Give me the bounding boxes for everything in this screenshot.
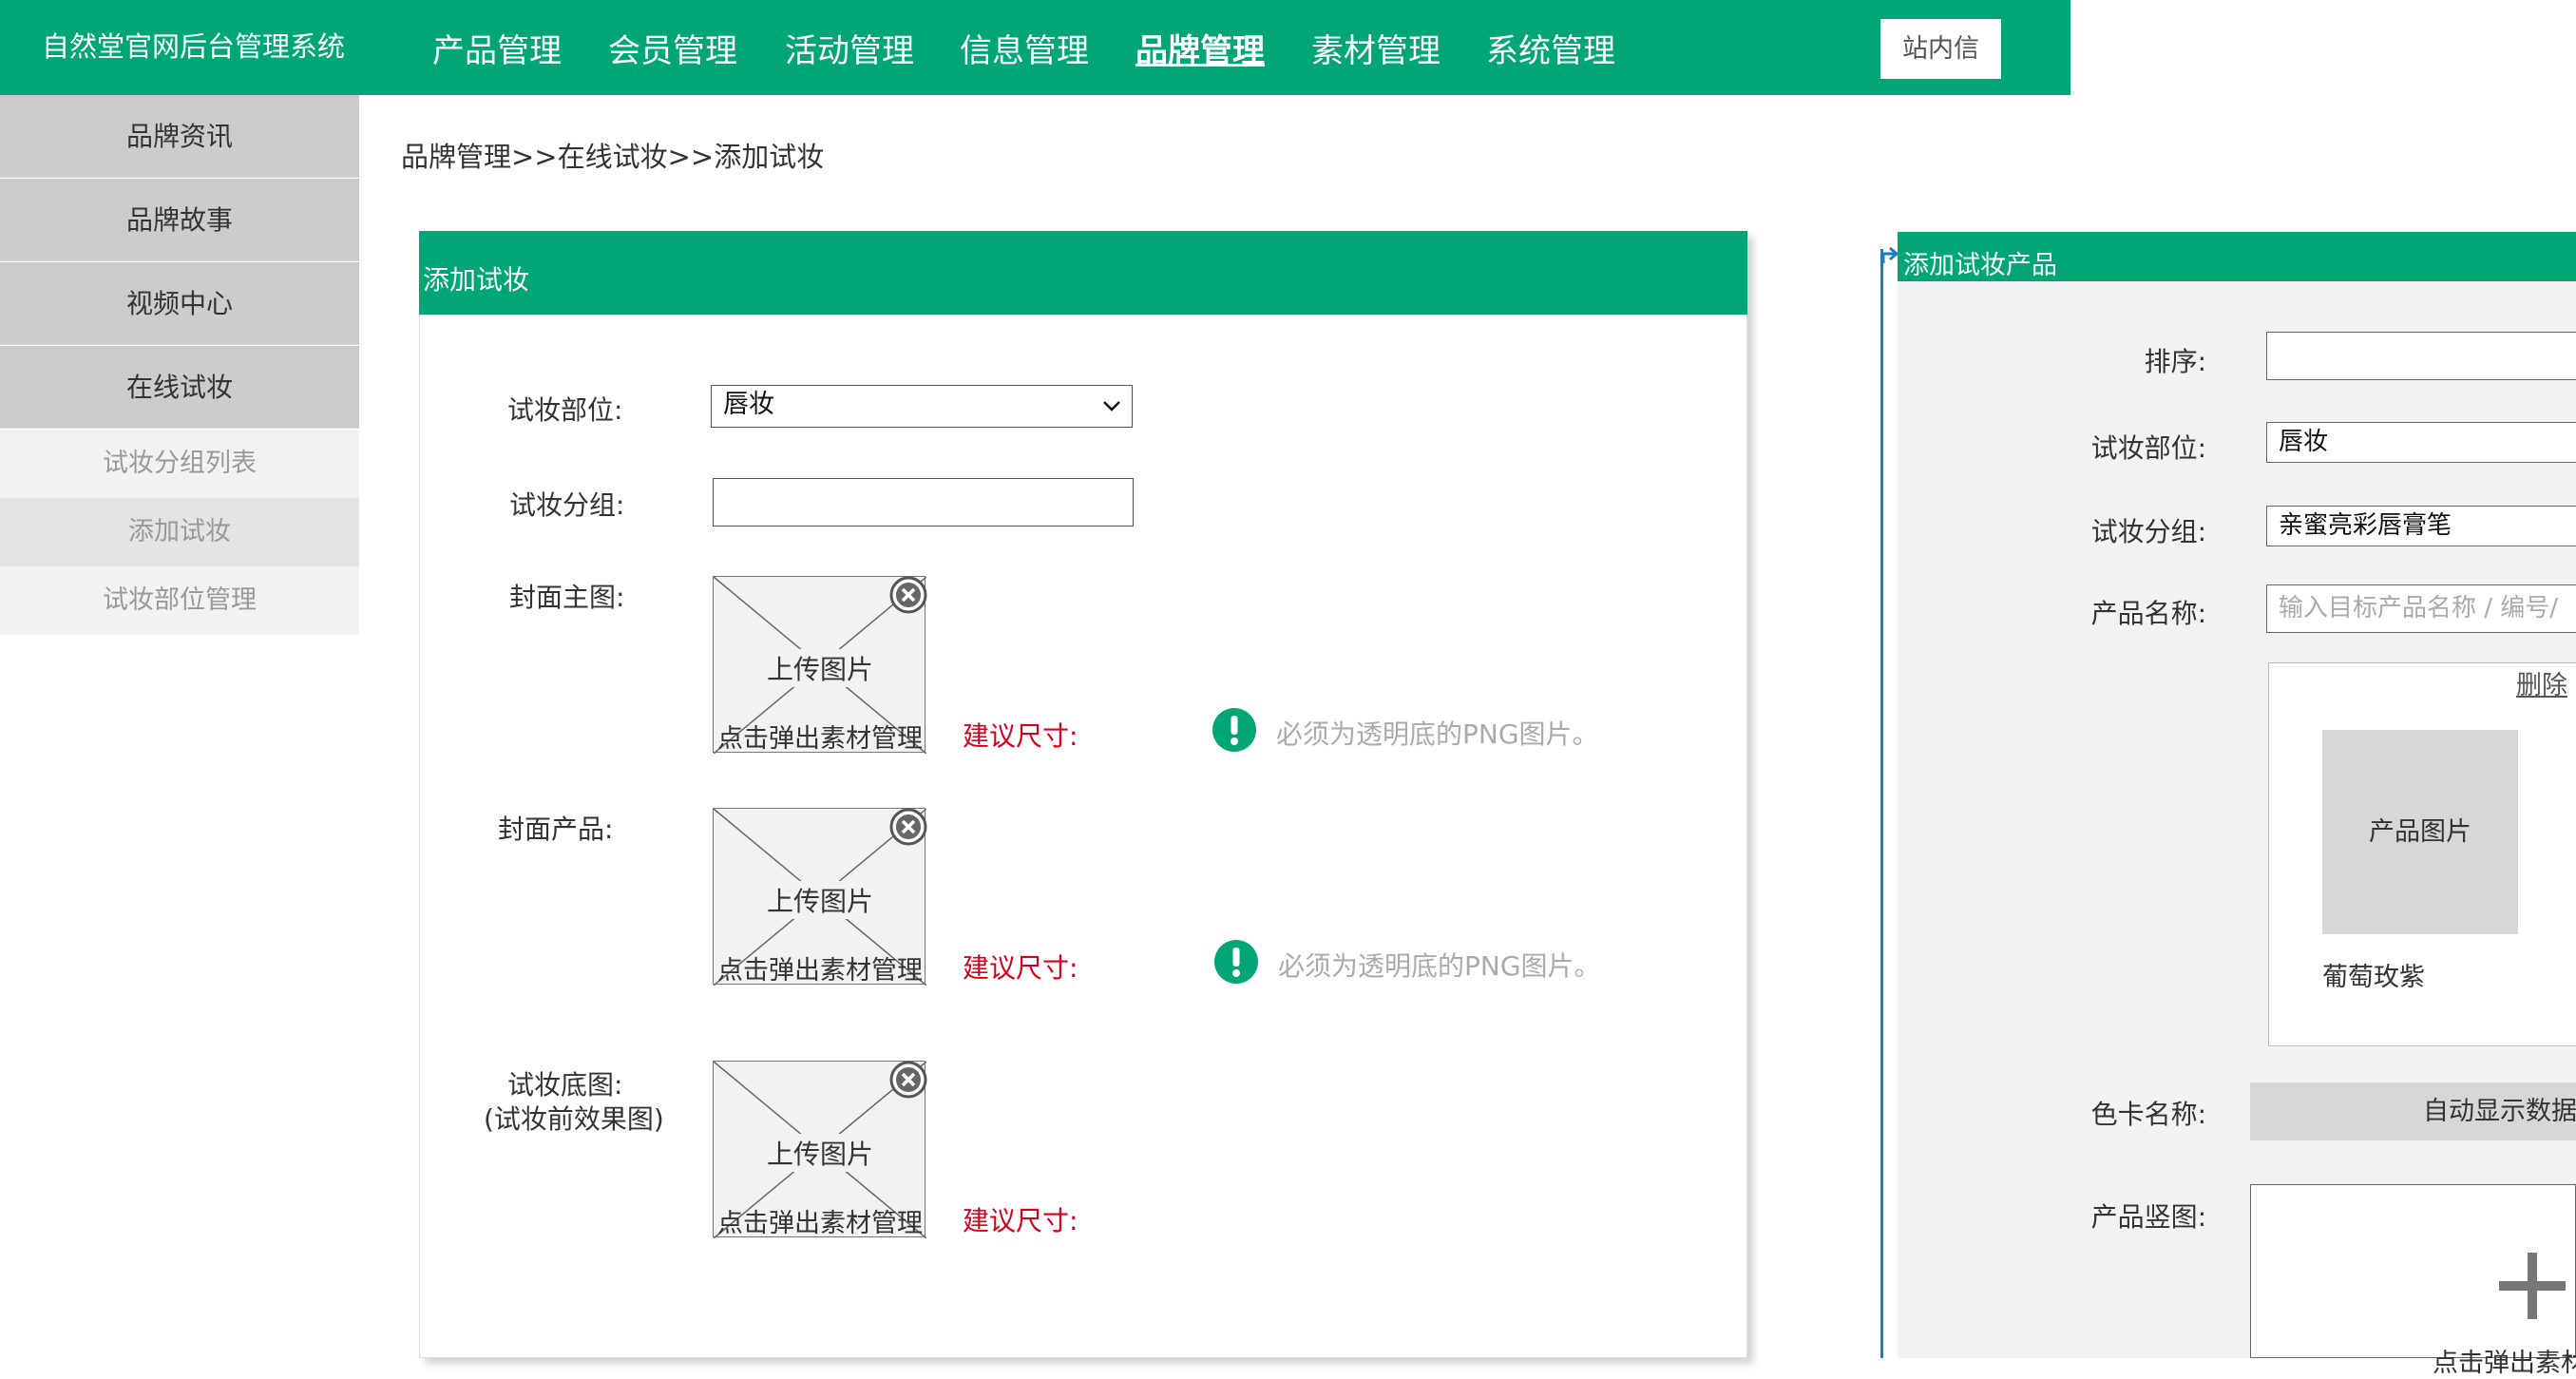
product-group-select[interactable]: 亲蜜亮彩唇膏笔	[2266, 506, 2576, 546]
sidebar-subitem-add-makeup[interactable]: 添加试妆	[0, 498, 359, 566]
add-makeup-panel-header	[419, 231, 1747, 315]
add-makeup-panel-title: 添加试妆	[423, 264, 530, 296]
png-requirement-hint-cover-product: 必须为透明底的PNG图片。	[1278, 950, 1601, 982]
cover-product-label: 封面产品:	[498, 814, 614, 845]
remove-image-icon[interactable]	[889, 1061, 927, 1099]
open-material-manager-link[interactable]: 点击弹出素材管理	[710, 1202, 930, 1239]
remove-image-icon[interactable]	[889, 808, 927, 846]
nav-brand-management[interactable]: 品牌管理	[1135, 25, 1265, 71]
size-hint-cover-product: 建议尺寸:	[963, 952, 1078, 984]
remove-image-icon[interactable]	[889, 576, 927, 614]
order-label: 排序:	[2144, 346, 2206, 377]
add-product-panel-title: 添加试妆产品	[1903, 251, 2057, 280]
site-message-button[interactable]: 站内信	[1880, 19, 2001, 79]
color-card-value: 自动显示数据	[2250, 1082, 2576, 1140]
sidebar: 品牌资讯 品牌故事 视频中心 在线试妆 试妆分组列表 添加试妆 试妆部位管理	[0, 95, 359, 636]
chevron-down-icon	[1103, 401, 1120, 412]
size-hint-base-image: 建议尺寸:	[963, 1205, 1078, 1236]
breadcrumb: 品牌管理>>在线试妆>>添加试妆	[401, 141, 825, 173]
open-material-manager-link[interactable]: 点击弹出素材管理	[710, 949, 930, 986]
upload-image-label: 上传图片	[761, 881, 879, 919]
product-name-search-input[interactable]: 输入目标产品名称 / 编号/	[2266, 584, 2576, 633]
base-image-sublabel: (试妆前效果图)	[484, 1103, 664, 1135]
nav-system-management[interactable]: 系统管理	[1486, 25, 1615, 71]
system-title: 自然堂官网后台管理系统	[42, 30, 346, 63]
cover-main-image-uploader[interactable]: 上传图片 点击弹出素材管理	[713, 576, 927, 754]
cover-product-image-uploader[interactable]: 上传图片 点击弹出素材管理	[713, 808, 927, 986]
plus-icon[interactable]	[2499, 1253, 2566, 1319]
upload-image-label: 上传图片	[761, 649, 879, 687]
nav-activity-management[interactable]: 活动管理	[785, 25, 914, 71]
product-name-label: 产品名称:	[2090, 598, 2206, 629]
product-part-label: 试妆部位:	[2090, 432, 2206, 464]
product-image: 产品图片	[2322, 730, 2518, 934]
sidebar-item-video-center[interactable]: 视频中心	[0, 262, 359, 345]
sidebar-item-brand-news[interactable]: 品牌资讯	[0, 95, 359, 178]
color-card-label: 色卡名称:	[2090, 1099, 2206, 1130]
product-group-label: 试妆分组:	[2090, 516, 2206, 547]
vertical-image-material-link[interactable]: 点击弹出素材	[2433, 1342, 2576, 1379]
png-requirement-hint-cover-main: 必须为透明底的PNG图片。	[1276, 718, 1599, 750]
makeup-group-label: 试妆分组:	[509, 489, 625, 521]
makeup-part-select[interactable]: 唇妆	[711, 385, 1133, 428]
warning-icon	[1212, 708, 1256, 752]
order-input[interactable]	[2266, 332, 2576, 380]
product-name: 葡萄玫紫	[2322, 963, 2425, 992]
sidebar-subitem-makeup-group-list[interactable]: 试妆分组列表	[0, 430, 359, 498]
connector-arrow-icon	[1881, 246, 1899, 263]
base-image-label: 试妆底图:	[507, 1069, 623, 1101]
base-image-uploader[interactable]: 上传图片 点击弹出素材管理	[713, 1061, 927, 1238]
makeup-part-label: 试妆部位:	[507, 394, 623, 426]
cover-main-image-label: 封面主图:	[509, 582, 625, 613]
nav-product-management[interactable]: 产品管理	[432, 25, 562, 71]
nav-info-management[interactable]: 信息管理	[960, 25, 1089, 71]
vertical-image-label: 产品竖图:	[2090, 1201, 2206, 1233]
sidebar-subitem-makeup-part-management[interactable]: 试妆部位管理	[0, 566, 359, 635]
connector-line	[1880, 249, 1883, 1358]
nav-material-management[interactable]: 素材管理	[1311, 25, 1441, 71]
makeup-group-input[interactable]	[713, 478, 1134, 527]
upload-image-label: 上传图片	[761, 1134, 879, 1172]
size-hint-cover-main: 建议尺寸:	[963, 720, 1078, 752]
warning-icon	[1214, 940, 1258, 984]
sidebar-item-brand-story[interactable]: 品牌故事	[0, 179, 359, 261]
product-part-select[interactable]: 唇妆	[2266, 422, 2576, 463]
delete-product-link[interactable]: 删除	[2516, 664, 2567, 701]
open-material-manager-link[interactable]: 点击弹出素材管理	[710, 718, 930, 755]
nav-member-management[interactable]: 会员管理	[608, 25, 737, 71]
sidebar-item-online-makeup[interactable]: 在线试妆	[0, 346, 359, 429]
makeup-part-select-value: 唇妆	[723, 390, 774, 419]
